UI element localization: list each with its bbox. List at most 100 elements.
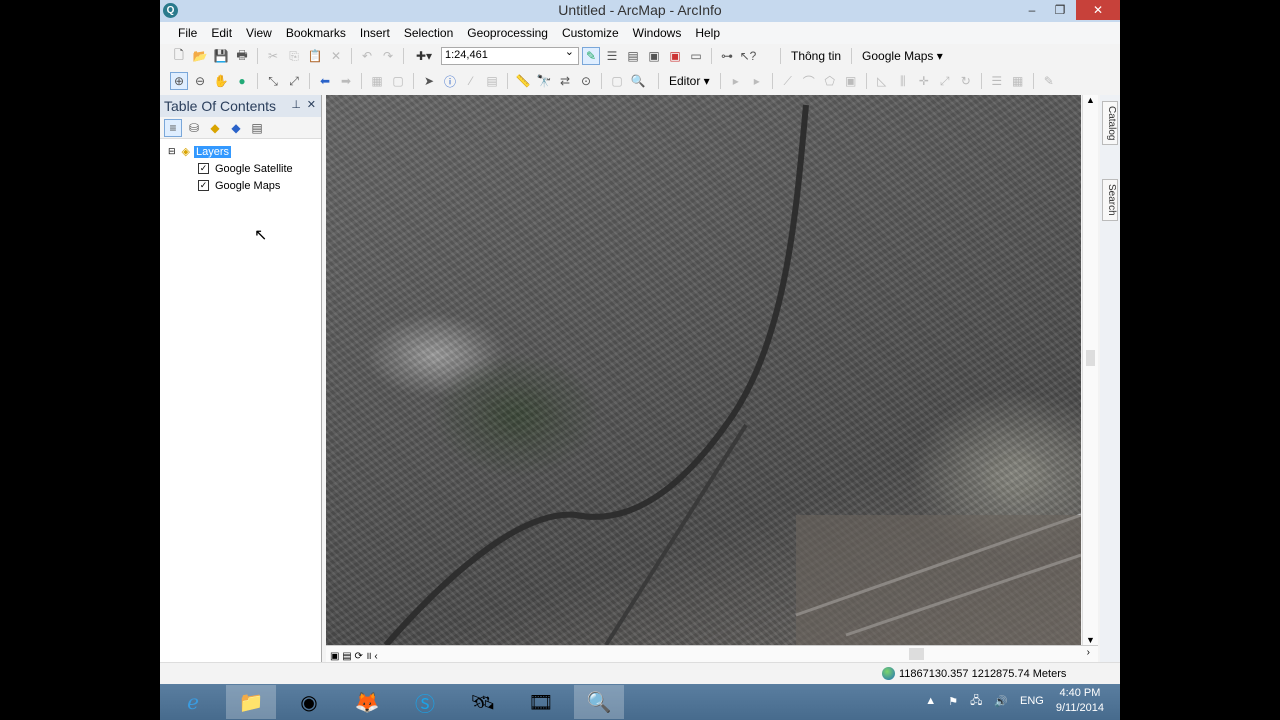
menu-edit[interactable]: Edit [204, 22, 239, 44]
endpoint-arc-icon[interactable]: ⌒ [800, 72, 818, 90]
arccatalog-icon[interactable]: 🛰 [458, 685, 508, 719]
menu-geoprocessing[interactable]: Geoprocessing [460, 22, 555, 44]
reshape-icon[interactable]: ⫼ [894, 72, 912, 90]
find-route-icon[interactable]: ⇄ [556, 72, 574, 90]
hscroll-thumb[interactable] [909, 648, 924, 660]
sketch-properties-icon[interactable]: ▦ [1009, 72, 1027, 90]
rotate-icon[interactable]: ↻ [957, 72, 975, 90]
hyperlink-icon[interactable]: ⁄ [462, 72, 480, 90]
list-by-source-icon[interactable]: ⛁ [185, 119, 203, 137]
clear-selection-icon[interactable]: ▢ [389, 72, 407, 90]
layers-label[interactable]: Layers [194, 145, 232, 158]
split-icon[interactable]: ⤢ [936, 72, 954, 90]
arctoolbox-icon[interactable]: ▣ [666, 47, 684, 65]
open-icon[interactable]: 📂 [191, 47, 209, 65]
measure-icon[interactable]: 📏 [514, 72, 532, 90]
zoom-in-icon[interactable]: ⊕ [170, 72, 188, 90]
layer-name[interactable]: Google Maps [215, 180, 280, 192]
cut-polygons-icon[interactable]: ✛ [915, 72, 933, 90]
list-by-selection-icon[interactable]: ◆ [227, 119, 245, 137]
edit-annotation-icon[interactable]: ▸ [748, 72, 766, 90]
create-viewer-window-icon[interactable]: 🔍 [629, 72, 647, 90]
file-explorer-icon[interactable]: 📁 [226, 685, 276, 719]
list-by-visibility-icon[interactable]: ◆ [206, 119, 224, 137]
layers-group[interactable]: ⊟ ◈ Layers [168, 143, 313, 160]
layer-item[interactable]: ✓ Google Maps [168, 177, 313, 194]
print-icon[interactable]: 🖶 [233, 47, 251, 65]
catalog-tab[interactable]: Catalog [1102, 101, 1118, 146]
layer-visibility-checkbox[interactable]: ✓ [198, 180, 209, 191]
catalog-window-icon[interactable]: ▤ [624, 47, 642, 65]
add-data-icon[interactable]: ✚▾ [410, 47, 438, 65]
trace-icon[interactable]: ⬠ [821, 72, 839, 90]
straight-segment-icon[interactable]: ⟋ [779, 72, 797, 90]
menu-file[interactable]: File [171, 22, 204, 44]
attributes-icon[interactable]: ☰ [988, 72, 1006, 90]
fixed-zoom-in-icon[interactable]: ⤡ [264, 72, 282, 90]
edit-tool-icon[interactable]: ▸ [727, 72, 745, 90]
menu-windows[interactable]: Windows [626, 22, 689, 44]
pan-icon[interactable]: ✋ [212, 72, 230, 90]
collapse-icon[interactable]: ⊟ [168, 146, 176, 157]
map-horizontal-scrollbar[interactable]: ▣ ▤ ⟳ ॥ ‹ › [326, 645, 1098, 662]
whats-this-icon[interactable]: ↖? [739, 47, 757, 65]
layout-view-icon[interactable]: ▣ ▤ ⟳ ॥ ‹ [330, 648, 378, 662]
list-by-drawing-order-icon[interactable]: ≡ [164, 118, 182, 137]
redo-icon[interactable]: ↷ [379, 47, 397, 65]
google-maps-dropdown[interactable]: Google Maps ▾ [858, 49, 947, 63]
new-document-icon[interactable]: 🗋 [170, 47, 188, 65]
layer-visibility-checkbox[interactable]: ✓ [198, 163, 209, 174]
layer-name[interactable]: Google Satellite [215, 163, 293, 175]
undo-icon[interactable]: ↶ [358, 47, 376, 65]
full-extent-icon[interactable]: ● [233, 72, 251, 90]
map-scale-dropdown[interactable]: 1:24,461 [441, 45, 579, 65]
volume-icon[interactable]: 🔊 [994, 695, 1008, 708]
chrome-icon[interactable]: ◉ [284, 685, 334, 719]
close-button[interactable]: ✕ [1076, 0, 1120, 20]
vscroll-thumb[interactable] [1086, 350, 1095, 366]
layer-item[interactable]: ✓ Google Satellite [168, 160, 313, 177]
pin-icon[interactable]: ⊥ [291, 98, 301, 111]
python-window-icon[interactable]: ▭ [687, 47, 705, 65]
zoom-out-icon[interactable]: ⊖ [191, 72, 209, 90]
menu-customize[interactable]: Customize [555, 22, 626, 44]
arcmap-taskbar-icon[interactable]: 🔍 [574, 685, 624, 719]
go-to-xy-icon[interactable]: ⊙ [577, 72, 595, 90]
toc-options-icon[interactable]: ▤ [248, 119, 266, 137]
network-icon[interactable]: 🖧 [970, 692, 982, 711]
menu-insert[interactable]: Insert [353, 22, 397, 44]
create-features-icon[interactable]: ✎ [1040, 72, 1058, 90]
map-vertical-scrollbar[interactable]: ▲ ▼ [1082, 95, 1098, 645]
minimize-button[interactable]: – [1018, 0, 1046, 20]
editor-toolbar-icon[interactable]: ✎ [582, 47, 600, 65]
identify-icon[interactable]: ⓘ [441, 72, 459, 90]
menu-view[interactable]: View [239, 22, 279, 44]
firefox-icon[interactable]: 🦊 [342, 685, 392, 719]
modelbuilder-icon[interactable]: ⊶ [718, 47, 736, 65]
fixed-zoom-out-icon[interactable]: ⤢ [285, 72, 303, 90]
menu-selection[interactable]: Selection [397, 22, 460, 44]
language-indicator[interactable]: ENG [1020, 695, 1044, 707]
scroll-right-icon[interactable]: › [1087, 647, 1090, 658]
search-window-icon[interactable]: ▣ [645, 47, 663, 65]
action-center-icon[interactable]: ⚑ [948, 695, 958, 708]
clock[interactable]: 4:40 PM 9/11/2014 [1056, 686, 1104, 716]
select-features-icon[interactable]: ▦ [368, 72, 386, 90]
html-popup-icon[interactable]: ▤ [483, 72, 501, 90]
table-of-contents-icon[interactable]: ☰ [603, 47, 621, 65]
point-icon[interactable]: ▣ [842, 72, 860, 90]
toc-close-icon[interactable]: ✕ [307, 98, 316, 111]
skype-icon[interactable]: Ⓢ [400, 685, 450, 719]
editor-dropdown[interactable]: Editor ▾ [665, 74, 714, 88]
forward-extent-icon[interactable]: ➡ [337, 72, 355, 90]
save-icon[interactable]: 💾 [212, 47, 230, 65]
time-slider-icon[interactable]: ▢ [608, 72, 626, 90]
map-view[interactable] [326, 95, 1081, 645]
find-icon[interactable]: 🔭 [535, 72, 553, 90]
copy-icon[interactable]: ⎘ [285, 47, 303, 65]
media-player-icon[interactable]: 🎞 [516, 685, 566, 719]
cut-icon[interactable]: ✂ [264, 47, 282, 65]
internet-explorer-icon[interactable]: ℯ [168, 685, 218, 719]
search-tab[interactable]: Search [1102, 179, 1118, 221]
restore-button[interactable]: ❐ [1046, 0, 1074, 20]
